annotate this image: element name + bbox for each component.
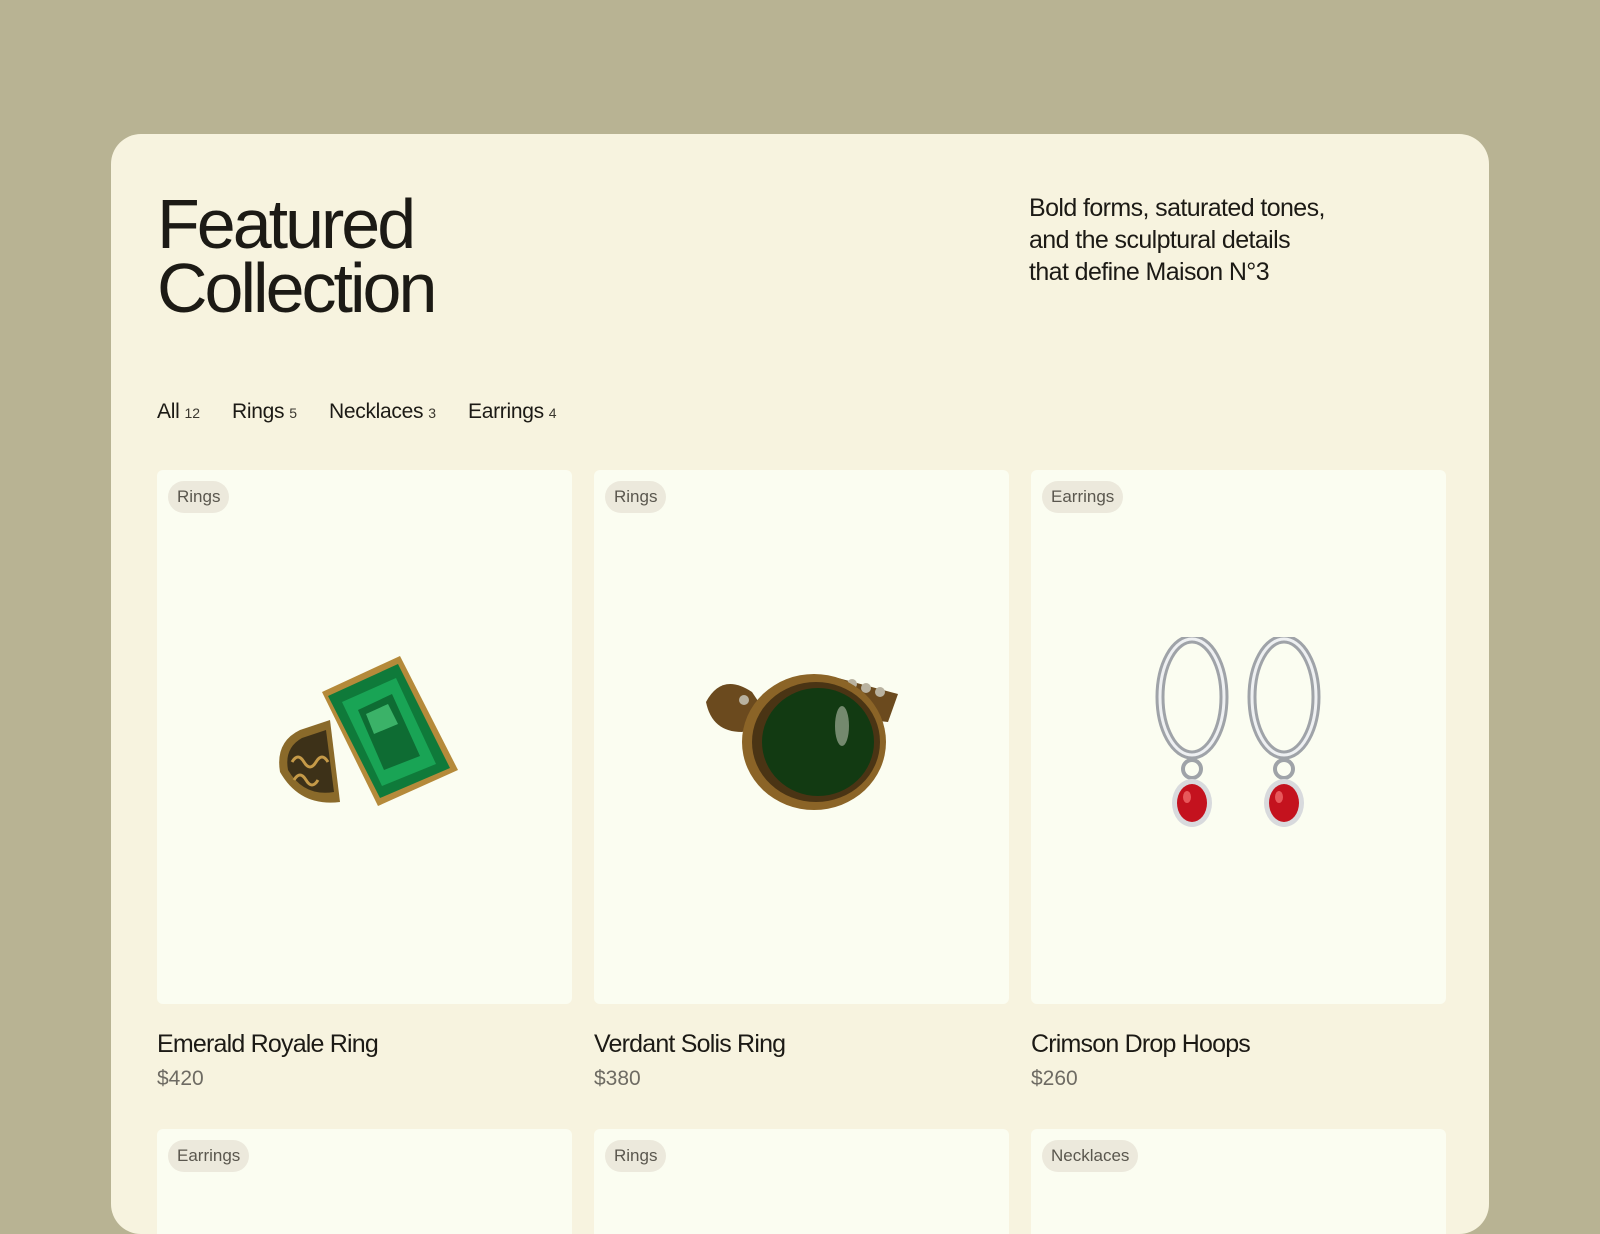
- page-title: Featured Collection: [157, 185, 437, 327]
- product-image-frame[interactable]: Rings: [594, 470, 1009, 1004]
- filter-label: Necklaces: [329, 400, 424, 423]
- tagline-line3: that define Maison N°3: [1029, 258, 1270, 286]
- product-card[interactable]: Earrings: [1031, 470, 1446, 1091]
- filter-count: 12: [184, 405, 201, 421]
- filter-label: All: [157, 400, 180, 423]
- product-price: $380: [594, 1067, 641, 1090]
- product-name[interactable]: Verdant Solis Ring: [594, 1030, 1009, 1059]
- red-drop-hoop-earrings-image: [1155, 637, 1320, 827]
- tagline-line1: Bold forms, saturated tones,: [1029, 194, 1325, 222]
- product-grid: Rings Emerald Royale Ring $420 Rings Ver…: [157, 470, 1446, 1234]
- page-title-line1: Featured: [157, 185, 416, 263]
- category-tag: Rings: [605, 481, 667, 513]
- category-tag: Earrings: [1042, 481, 1124, 513]
- category-tag: Rings: [168, 481, 230, 513]
- product-price: $260: [1031, 1067, 1078, 1090]
- product-image-frame[interactable]: Rings: [594, 1129, 1009, 1234]
- filter-necklaces[interactable]: Necklaces 3: [329, 400, 436, 424]
- tagline-line2: and the sculptural details: [1029, 226, 1291, 254]
- green-cabochon-ring-image: [705, 674, 898, 810]
- filter-all[interactable]: All 12: [157, 400, 200, 424]
- collection-panel: Featured Collection Bold forms, saturate…: [111, 134, 1489, 1234]
- product-card[interactable]: Earrings: [157, 1129, 572, 1234]
- filter-count: 3: [428, 405, 436, 421]
- product-image-frame[interactable]: Rings: [157, 470, 572, 1004]
- category-tag: Necklaces: [1042, 1140, 1139, 1172]
- category-tag: Rings: [605, 1140, 667, 1172]
- product-name[interactable]: Emerald Royale Ring: [157, 1030, 572, 1059]
- filter-label: Earrings: [468, 400, 544, 423]
- product-image-frame[interactable]: Earrings: [1031, 470, 1446, 1004]
- category-filters: All 12 Rings 5 Necklaces 3 Earrings 4: [157, 400, 589, 424]
- filter-earrings[interactable]: Earrings 4: [468, 400, 557, 424]
- product-card[interactable]: Rings Verdant Solis Ring $380: [594, 470, 1009, 1091]
- product-card[interactable]: Rings Emerald Royale Ring $420: [157, 470, 572, 1091]
- product-card[interactable]: Rings: [594, 1129, 1009, 1234]
- product-image-frame[interactable]: Earrings: [157, 1129, 572, 1234]
- product-image-frame[interactable]: Necklaces: [1031, 1129, 1446, 1234]
- emerald-ring-image: [278, 656, 458, 806]
- category-tag: Earrings: [168, 1140, 250, 1172]
- product-name[interactable]: Crimson Drop Hoops: [1031, 1030, 1446, 1059]
- collection-tagline: Bold forms, saturated tones, and the scu…: [1029, 192, 1339, 288]
- filter-label: Rings: [232, 400, 285, 423]
- product-price: $420: [157, 1067, 204, 1090]
- page-title-line2: Collection: [157, 249, 437, 327]
- filter-count: 5: [289, 405, 298, 421]
- filter-count: 4: [548, 405, 557, 421]
- filter-rings[interactable]: Rings 5: [232, 400, 297, 424]
- product-card[interactable]: Necklaces: [1031, 1129, 1446, 1234]
